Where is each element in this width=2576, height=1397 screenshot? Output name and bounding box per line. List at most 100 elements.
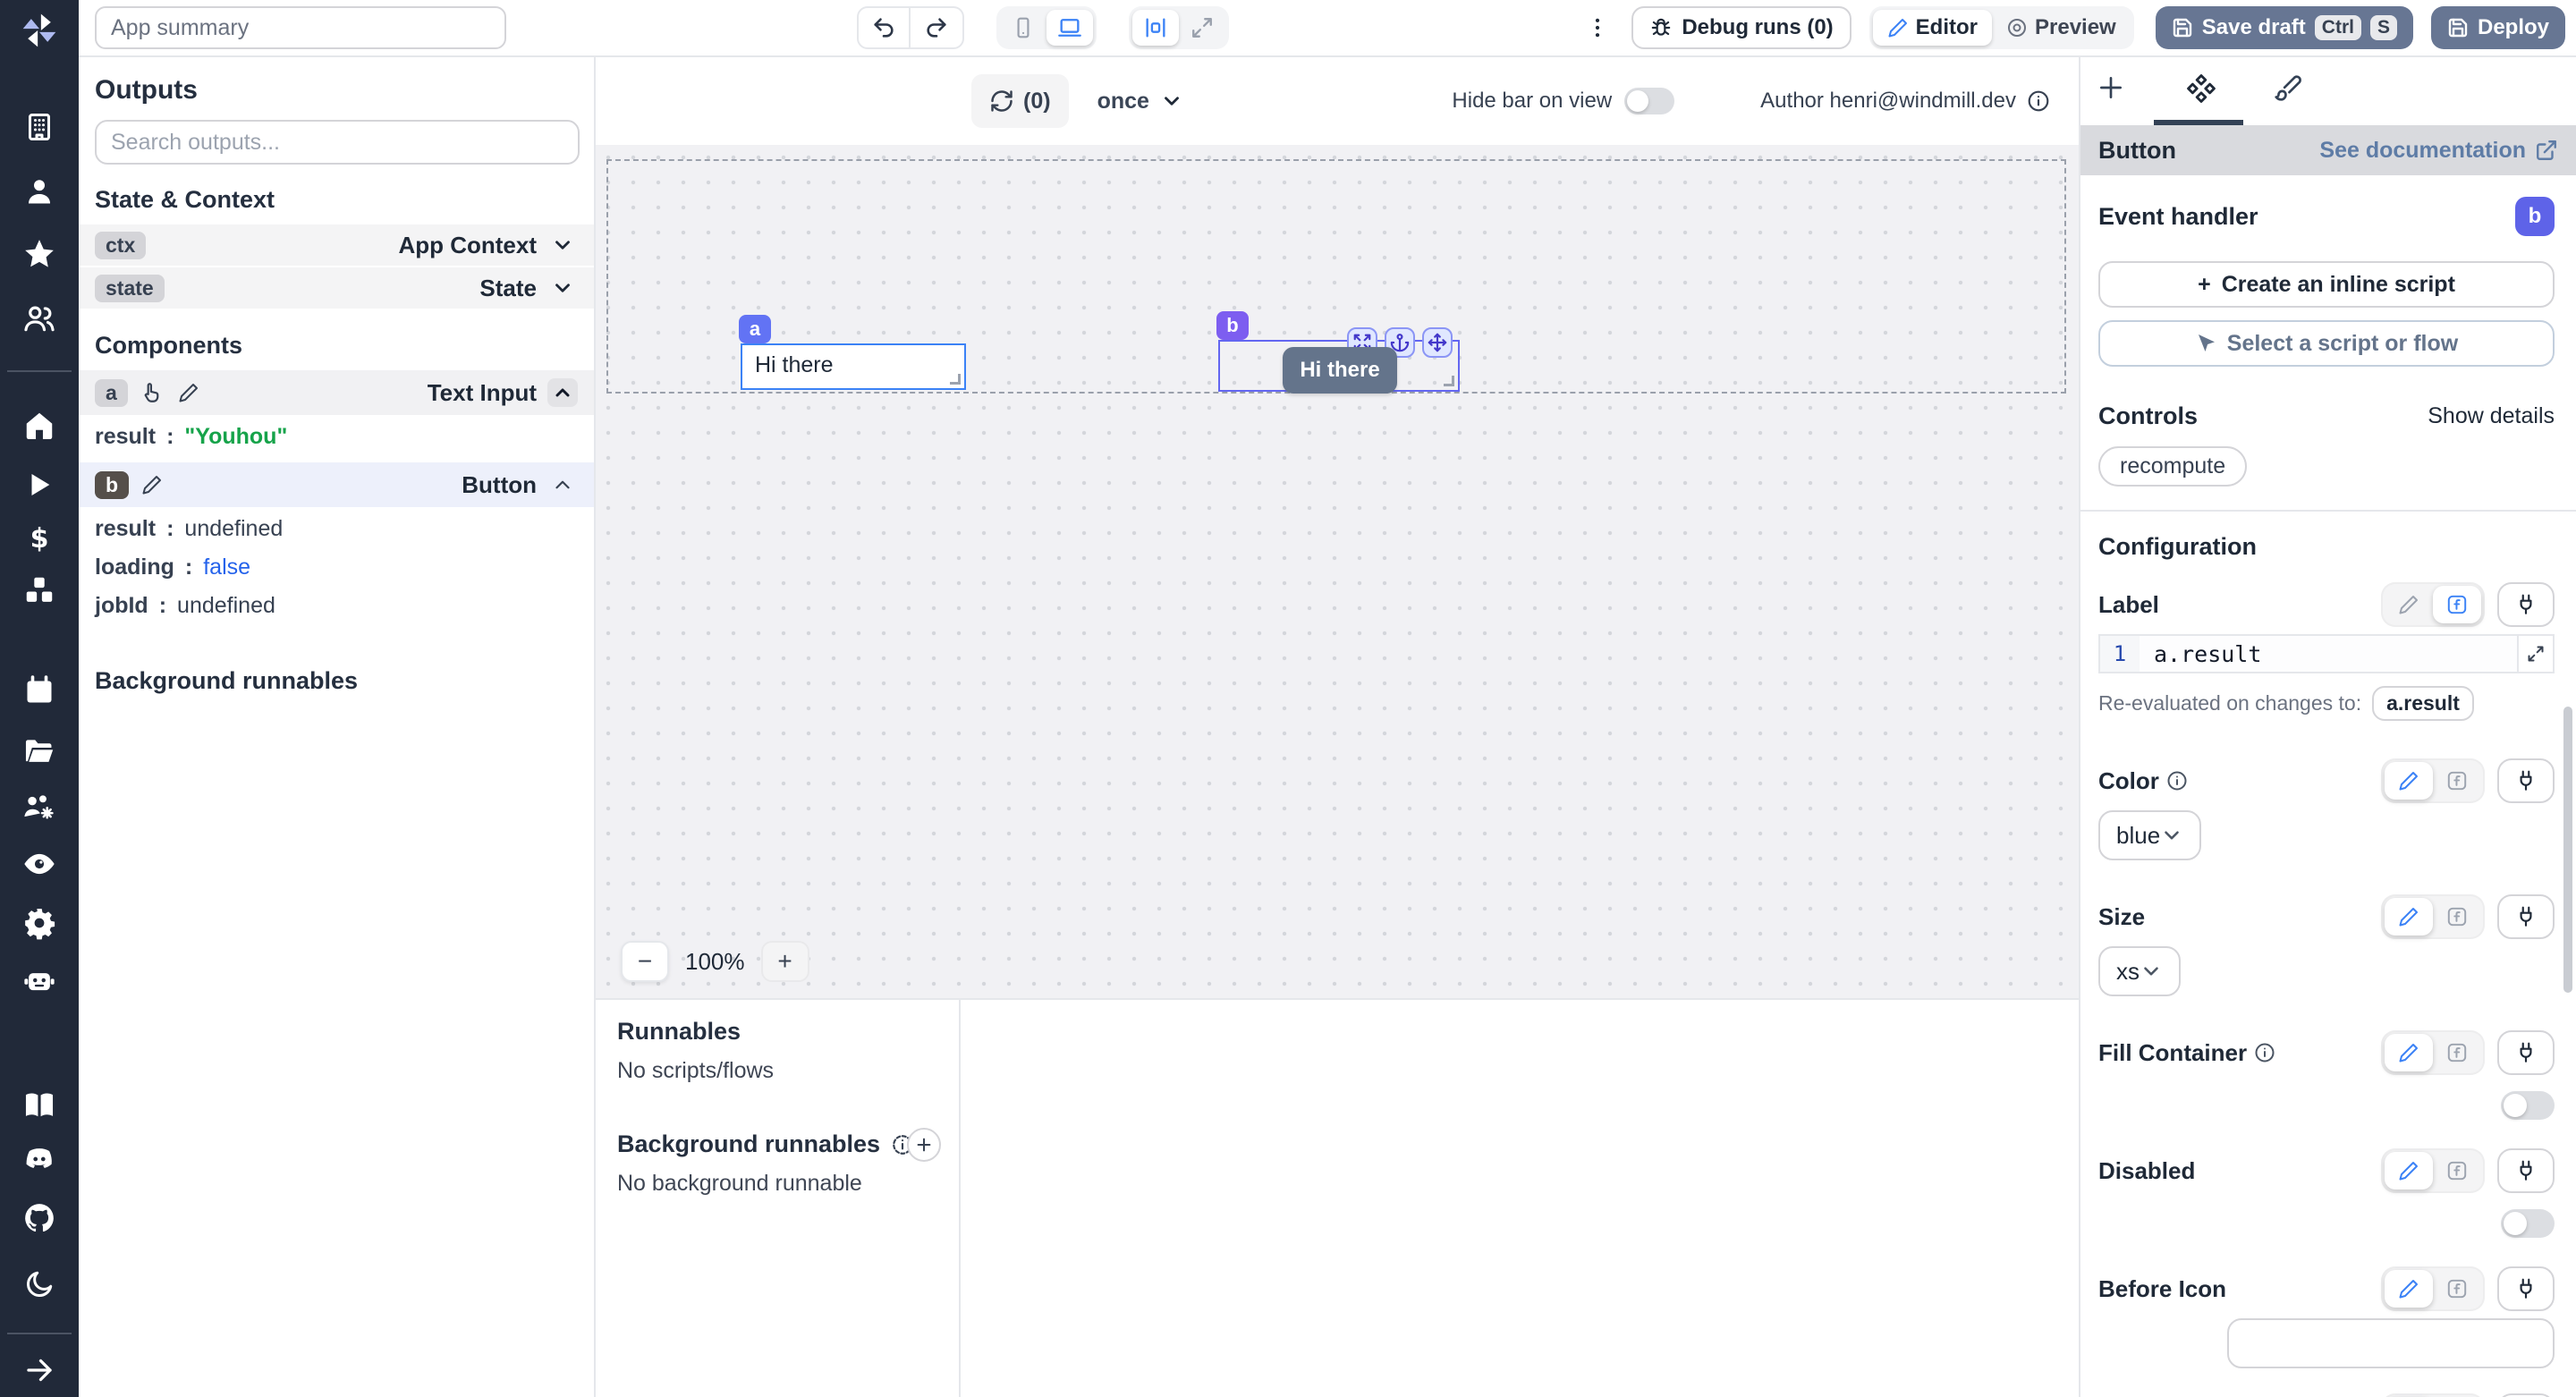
- static-mode-button[interactable]: [2385, 898, 2433, 936]
- mobile-view-button[interactable]: [1000, 10, 1046, 46]
- nav-workers[interactable]: [0, 783, 79, 830]
- tab-styling[interactable]: [2274, 73, 2302, 102]
- eval-mode-button[interactable]: [2433, 1270, 2481, 1308]
- static-mode-button[interactable]: [2385, 1034, 2433, 1071]
- zoom-in-button[interactable]: +: [760, 941, 809, 982]
- disabled-toggle[interactable]: [2501, 1209, 2555, 1238]
- connect-output-button[interactable]: [2497, 582, 2555, 627]
- nav-docs[interactable]: [0, 1082, 79, 1129]
- resize-handle[interactable]: [950, 374, 961, 385]
- static-mode-button[interactable]: [2385, 1152, 2433, 1190]
- app-canvas[interactable]: a Hi there b Hi there − 100% +: [596, 145, 2079, 998]
- nav-home[interactable]: [0, 402, 79, 449]
- connect-output-button[interactable]: [2497, 1148, 2555, 1193]
- static-mode-button[interactable]: [2385, 762, 2433, 800]
- debug-runs-button[interactable]: Debug runs (0): [1631, 6, 1852, 49]
- connect-output-button[interactable]: [2497, 894, 2555, 939]
- connect-output-button[interactable]: [2497, 1030, 2555, 1075]
- component-a-rename-button[interactable]: [174, 382, 203, 403]
- windmill-logo[interactable]: [0, 4, 79, 57]
- component-b-collapse-button[interactable]: [547, 473, 578, 496]
- nav-folders[interactable]: [0, 728, 79, 775]
- nav-schedules[interactable]: [0, 667, 79, 714]
- color-select[interactable]: blue: [2098, 810, 2202, 860]
- save-draft-button[interactable]: Save draft Ctrl S: [2155, 6, 2413, 49]
- reevaluated-chip[interactable]: a.result: [2372, 686, 2474, 721]
- static-mode-button[interactable]: [2385, 586, 2433, 623]
- component-a-result-row[interactable]: result : "Youhou": [79, 417, 594, 455]
- more-options-button[interactable]: [1585, 15, 1610, 40]
- deploy-button[interactable]: Deploy: [2430, 6, 2565, 49]
- move-component-button[interactable]: [1422, 327, 1453, 358]
- nav-collapse-sidebar[interactable]: [0, 1347, 79, 1393]
- settings-scrollbar[interactable]: [2563, 707, 2572, 993]
- static-mode-button[interactable]: [2385, 1270, 2433, 1308]
- canvas-component-b[interactable]: b Hi there: [1216, 311, 1460, 394]
- show-details-link[interactable]: Show details: [2428, 403, 2555, 429]
- nav-favorites[interactable]: [0, 231, 79, 277]
- output-row-state[interactable]: state State: [79, 267, 594, 309]
- eval-mode-button[interactable]: [2433, 1034, 2481, 1071]
- resize-handle[interactable]: [1444, 376, 1454, 386]
- size-select[interactable]: xs: [2098, 946, 2181, 996]
- component-b-rename-button[interactable]: [138, 474, 166, 495]
- expand-editor-button[interactable]: [2517, 636, 2553, 672]
- component-b-jobid-row[interactable]: jobId : undefined: [79, 586, 594, 624]
- button-component[interactable]: Hi there: [1283, 347, 1397, 394]
- component-a-select-button[interactable]: [137, 381, 167, 404]
- nav-runs[interactable]: [0, 461, 79, 508]
- component-b-result-row[interactable]: result : undefined: [79, 509, 594, 547]
- eval-mode-button[interactable]: [2433, 898, 2481, 936]
- add-background-runnable-button[interactable]: [907, 1127, 941, 1162]
- text-input-component[interactable]: Hi there: [742, 345, 964, 378]
- nav-variables[interactable]: $: [0, 515, 79, 562]
- eval-mode-button[interactable]: [2433, 762, 2481, 800]
- create-inline-script-button[interactable]: + Create an inline script: [2098, 261, 2555, 308]
- ctx-expand-button[interactable]: [547, 233, 578, 257]
- nav-discord[interactable]: [0, 1136, 79, 1182]
- label-code-editor[interactable]: 1 a.result: [2098, 634, 2555, 673]
- nav-ai[interactable]: [0, 957, 79, 1003]
- nav-resources[interactable]: [0, 567, 79, 614]
- hide-bar-toggle[interactable]: [1624, 88, 1675, 114]
- component-row-a[interactable]: a Text Input: [79, 370, 594, 415]
- label-code-value[interactable]: a.result: [2140, 636, 2517, 672]
- nav-user[interactable]: [0, 168, 79, 215]
- component-row-b[interactable]: b Button: [79, 462, 594, 507]
- connect-output-button[interactable]: [2497, 1393, 2555, 1397]
- info-icon[interactable]: [2027, 89, 2050, 113]
- info-icon[interactable]: [2254, 1042, 2275, 1063]
- zoom-out-button[interactable]: −: [621, 941, 669, 982]
- component-a-collapse-button[interactable]: [547, 378, 578, 407]
- nav-groups[interactable]: [0, 295, 79, 342]
- select-script-or-flow-button[interactable]: Select a script or flow: [2098, 320, 2555, 367]
- centered-layout-button[interactable]: [1132, 10, 1179, 46]
- redo-button[interactable]: [911, 6, 964, 49]
- search-outputs-input[interactable]: [95, 120, 580, 165]
- fullwidth-layout-button[interactable]: [1179, 10, 1225, 46]
- nav-workspace[interactable]: [0, 104, 79, 150]
- refresh-app-button[interactable]: (0): [971, 74, 1069, 128]
- state-expand-button[interactable]: [547, 276, 578, 300]
- component-b-loading-row[interactable]: loading : false: [79, 547, 594, 586]
- tab-insert-component[interactable]: [2097, 73, 2125, 102]
- info-icon[interactable]: [2166, 770, 2188, 792]
- see-documentation-link[interactable]: See documentation: [2319, 138, 2558, 164]
- editor-tab-button[interactable]: Editor: [1872, 10, 1992, 46]
- output-row-ctx[interactable]: ctx App Context: [79, 224, 594, 266]
- eval-mode-button[interactable]: [2433, 1152, 2481, 1190]
- app-summary-input[interactable]: [95, 6, 506, 49]
- nav-settings[interactable]: [0, 900, 79, 946]
- fill-container-toggle[interactable]: [2501, 1091, 2555, 1120]
- before-icon-input[interactable]: [2227, 1318, 2555, 1368]
- nav-github[interactable]: [0, 1195, 79, 1241]
- recompute-chip[interactable]: recompute: [2098, 446, 2248, 487]
- canvas-component-a[interactable]: a Hi there: [739, 315, 966, 390]
- nav-audit-logs[interactable]: [0, 841, 79, 887]
- undo-button[interactable]: [857, 6, 911, 49]
- connect-output-button[interactable]: [2497, 758, 2555, 803]
- preview-tab-button[interactable]: Preview: [1992, 10, 2131, 46]
- tab-component-settings[interactable]: [2186, 73, 2216, 104]
- connect-output-button[interactable]: [2497, 1266, 2555, 1311]
- schedule-select[interactable]: once: [1097, 89, 1183, 114]
